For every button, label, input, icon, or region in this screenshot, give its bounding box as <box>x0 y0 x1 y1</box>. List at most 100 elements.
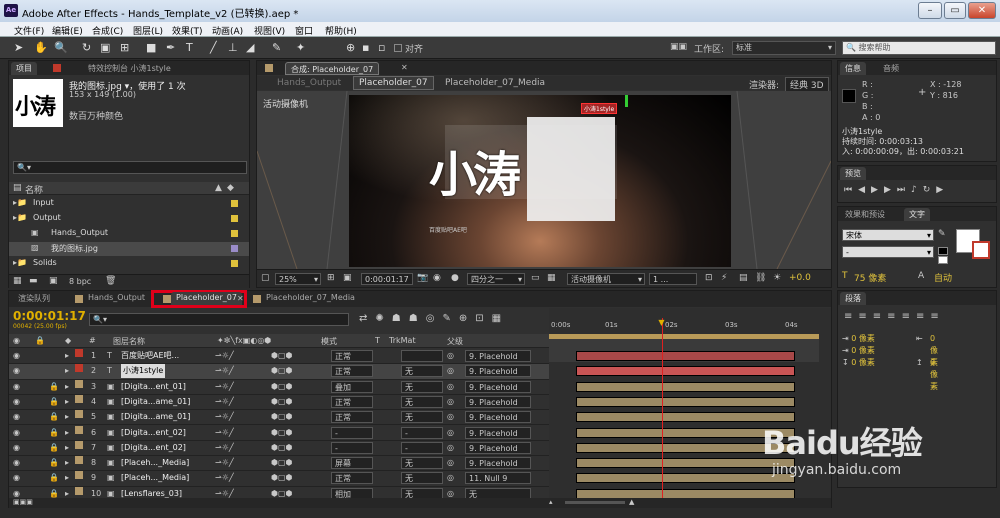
mute-icon[interactable]: ♪ <box>911 185 923 195</box>
tab-render-queue[interactable]: 渲染队列 <box>13 292 55 305</box>
menu-view[interactable]: 视图(V) <box>254 24 285 37</box>
blend-mode-select[interactable]: - <box>331 441 373 454</box>
align-left-icon[interactable]: ≡ <box>844 311 858 322</box>
justify-last-right-icon[interactable]: ≡ <box>916 311 930 322</box>
space-after-value[interactable]: 0 像素 <box>930 357 938 393</box>
layer-3d-switches[interactable]: ⬢▢⬢ <box>271 349 293 363</box>
lock-toggle-icon[interactable]: 🔒 <box>49 426 59 440</box>
layer-switches[interactable]: ⇀☼╱ <box>215 441 234 455</box>
menu-edit[interactable]: 编辑(E) <box>52 24 83 37</box>
visibility-eye-icon[interactable]: ◉ <box>13 471 20 485</box>
layer-search-input[interactable]: 🔍▾ <box>89 313 349 326</box>
label-color-swatch[interactable] <box>231 260 238 267</box>
lock-toggle-icon[interactable]: 🔒 <box>49 395 59 409</box>
sort-up-icon[interactable]: ▲ <box>215 183 222 193</box>
axis-mode-icon[interactable]: ⊕ <box>346 41 355 54</box>
indent-left-value[interactable]: 0 像素 <box>851 334 875 343</box>
leading-value[interactable]: 自动 <box>934 271 952 284</box>
transparency-grid-icon[interactable]: ▦ <box>547 273 556 283</box>
trkmat-select[interactable]: 无 <box>401 457 443 470</box>
layer-3d-switches[interactable]: ⬢▢⬢ <box>271 471 293 485</box>
draft-3d-icon[interactable]: ✺ <box>375 313 391 324</box>
visibility-eye-icon[interactable]: ◉ <box>13 456 20 470</box>
trkmat-select[interactable]: 无 <box>401 395 443 408</box>
region-icon[interactable]: ▭ <box>531 273 540 283</box>
layer-switches[interactable]: ⇀☼╱ <box>215 410 234 424</box>
expand-layer-icon[interactable]: ▸ <box>65 456 69 470</box>
current-timecode[interactable]: 0:00:01:17 <box>13 309 86 323</box>
visibility-eye-icon[interactable]: ◉ <box>13 364 20 378</box>
next-frame-icon[interactable]: ▶ <box>884 185 897 195</box>
justify-all-icon[interactable]: ≡ <box>930 311 944 322</box>
menu-window[interactable]: 窗口 <box>295 24 313 37</box>
trash-icon[interactable]: 🗑 <box>105 276 116 286</box>
channel-icon[interactable]: ● <box>451 273 459 283</box>
timeline-icon[interactable]: ▤ <box>739 273 748 283</box>
always-preview-icon[interactable]: ▢ <box>261 273 270 283</box>
menu-help[interactable]: 帮助(H) <box>325 24 357 37</box>
layer-name[interactable]: 小涛1style <box>121 364 166 379</box>
align-center-icon[interactable]: ≡ <box>858 311 872 322</box>
layer-label-swatch[interactable] <box>75 425 83 434</box>
snapshot-icon[interactable]: 📷 <box>417 273 428 283</box>
expand-layer-icon[interactable]: ▸ <box>65 349 69 363</box>
layer-label-swatch[interactable] <box>75 471 83 480</box>
anchor-point-icon[interactable] <box>625 95 628 107</box>
layer-row[interactable]: ◉ 🔒 ▸ 9 ▣ [Placeh..._Media] ⇀☼╱ ⬢▢⬢ 正常 无 ◎ 11. Null… <box>9 471 549 487</box>
graph-editor-icon[interactable]: ⊡ <box>475 313 491 324</box>
workspace-icon[interactable]: ▣▣ <box>670 42 687 52</box>
show-snapshot-icon[interactable]: ◉ <box>433 273 441 283</box>
layer-name[interactable]: [Digita...ame_01] <box>121 395 190 409</box>
layer-duration-bar[interactable] <box>576 366 795 377</box>
maximize-button[interactable]: ▭ <box>944 2 966 19</box>
layer-name[interactable]: [Placeh..._Media] <box>121 456 189 470</box>
trkmat-select[interactable]: 无 <box>401 472 443 485</box>
grid-icon[interactable]: ▣ <box>343 273 352 283</box>
comp-mini-flowchart-icon[interactable]: ⇄ <box>359 313 375 324</box>
menu-effect[interactable]: 效果(T) <box>172 24 203 37</box>
pick-whip-icon[interactable]: ◎ <box>447 426 454 440</box>
blend-mode-select[interactable]: 正常 <box>331 472 373 485</box>
menu-file[interactable]: 文件(F) <box>14 24 44 37</box>
layer-label-swatch[interactable] <box>75 410 83 419</box>
layer-name[interactable]: [Placeh..._Media] <box>121 471 189 485</box>
view-axis-icon[interactable]: ▫ <box>378 41 385 54</box>
new-comp-icon[interactable]: ▣ <box>49 276 58 286</box>
project-item[interactable]: ▣ Hands_Output <box>9 227 249 241</box>
layer-3d-switches[interactable]: ⬢▢⬢ <box>271 426 293 440</box>
layer-row[interactable]: ◉ 🔒 ▸ 6 ▣ [Digita...ent_02] ⇀☼╱ ⬢▢⬢ - - ◎ 9. Placeh… <box>9 425 549 441</box>
pan-behind-tool-icon[interactable]: ⊞ <box>120 41 129 54</box>
layer-name[interactable]: [Digita...ent_02] <box>121 426 186 440</box>
layer-duration-bar[interactable] <box>576 396 795 407</box>
layer-row[interactable]: ◉ ▸ 2 T 小涛1style ⇀☼╱ ⬢▢⬢ 正常 无 ◎ 9. Placehold <box>9 364 549 380</box>
tab-info[interactable]: 信息 <box>840 62 866 75</box>
trkmat-select[interactable]: 无 <box>401 411 443 424</box>
brainstorm-icon[interactable]: ✎ <box>442 313 458 324</box>
lock-toggle-icon[interactable]: 🔒 <box>49 471 59 485</box>
justify-last-left-icon[interactable]: ≡ <box>887 311 901 322</box>
layer-switches-toggle-icon[interactable]: ▣▣▣ <box>13 498 33 506</box>
font-size-value[interactable]: 75 像素 <box>854 271 886 284</box>
layer-switches[interactable]: ⇀☼╱ <box>215 349 234 363</box>
name-column-header[interactable]: 名称 <box>25 183 43 196</box>
interpret-footage-icon[interactable]: ▦ <box>13 276 22 286</box>
tab-placeholder-07[interactable]: Placeholder_07 <box>171 292 242 305</box>
label-color-swatch[interactable] <box>231 245 238 252</box>
renderer-value[interactable]: 经典 3D <box>785 77 829 92</box>
layer-3d-switches[interactable]: ⬢▢⬢ <box>271 441 293 455</box>
menu-animation[interactable]: 动画(A) <box>212 24 243 37</box>
justify-last-center-icon[interactable]: ≡ <box>902 311 916 322</box>
label-color-swatch[interactable] <box>231 215 238 222</box>
layer-switches[interactable]: ⇀☼╱ <box>215 395 234 409</box>
trkmat-select[interactable] <box>401 350 443 362</box>
selection-tool-icon[interactable]: ➤ <box>14 41 23 54</box>
playhead[interactable] <box>662 318 664 498</box>
loop-icon[interactable]: ↻ <box>923 185 937 195</box>
layer-3d-switches[interactable]: ⬢▢⬢ <box>271 364 293 378</box>
auto-keyframe-icon[interactable]: ⊕ <box>459 313 475 324</box>
align-right-icon[interactable]: ≡ <box>873 311 887 322</box>
layer-3d-switches[interactable]: ⬢▢⬢ <box>271 395 293 409</box>
fast-preview-icon[interactable]: ⚡ <box>721 273 727 283</box>
pick-whip-icon[interactable]: ◎ <box>447 410 454 424</box>
blend-mode-select[interactable]: 正常 <box>331 350 373 362</box>
